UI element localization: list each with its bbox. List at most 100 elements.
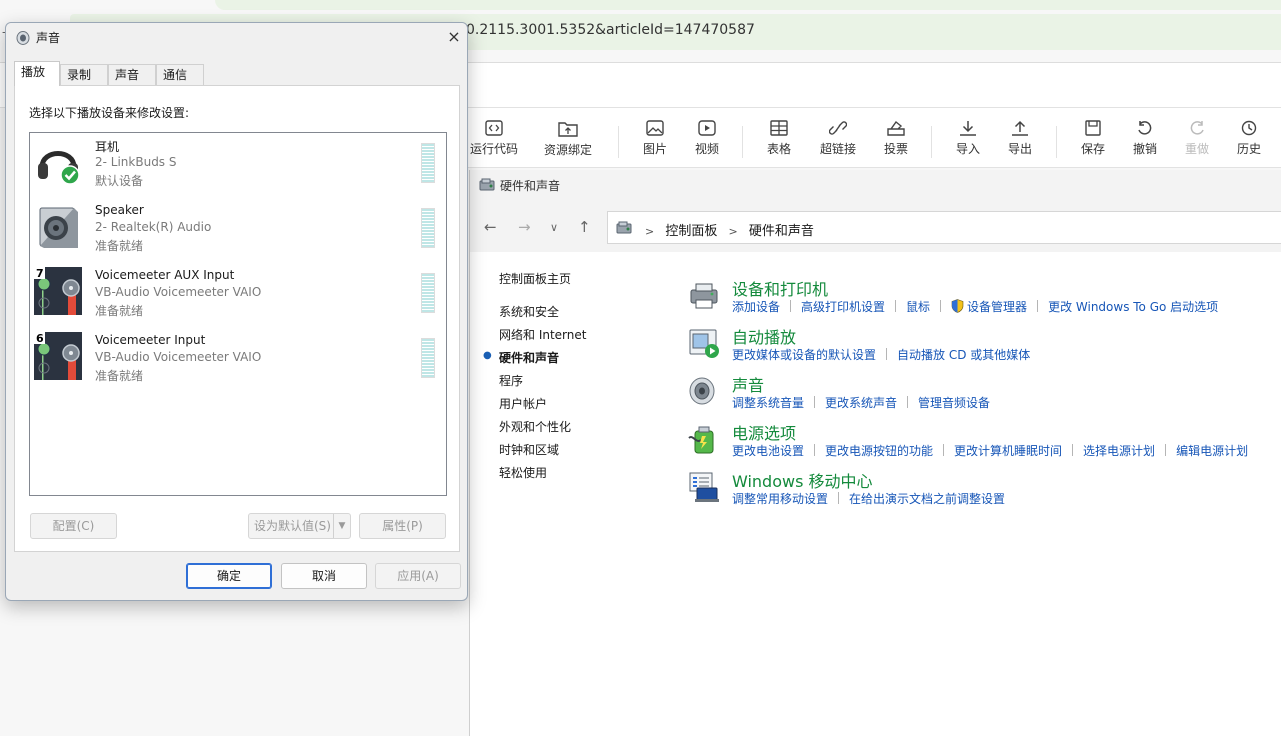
- chevron-right-icon: >: [645, 225, 655, 238]
- category-links: 调整系统音量 更改系统声音 管理音频设备: [732, 394, 990, 411]
- link-divider: [814, 396, 816, 408]
- voicemeeter-input-icon: 6: [34, 332, 82, 380]
- link-change-battery-settings[interactable]: 更改电池设置: [732, 442, 804, 459]
- toolbar-image-button[interactable]: 图片: [627, 120, 683, 157]
- toolbar-export-label: 导出: [1007, 142, 1032, 156]
- device-status: 准备就绪: [95, 304, 144, 318]
- address-url[interactable]: 0.2115.3001.5352&articleId=147470587: [466, 22, 755, 38]
- link-device-manager[interactable]: 设备管理器: [967, 298, 1027, 315]
- toolbar-video-button[interactable]: 视频: [679, 120, 735, 157]
- category-title[interactable]: 自动播放: [732, 324, 796, 348]
- link-manage-audio-devices[interactable]: 管理音频设备: [918, 394, 990, 411]
- category-title[interactable]: Windows 移动中心: [732, 468, 873, 492]
- ok-button[interactable]: 确定: [186, 563, 272, 589]
- toolbar-save-button[interactable]: 保存: [1065, 120, 1121, 157]
- toolbar-table-label: 表格: [766, 142, 791, 156]
- tab-communications[interactable]: 通信: [156, 64, 204, 85]
- tab-sounds[interactable]: 声音: [108, 64, 156, 85]
- recent-locations-button[interactable]: ∨: [550, 221, 558, 234]
- apply-button[interactable]: 应用(A): [375, 563, 461, 589]
- playback-instruction: 选择以下播放设备来修改设置:: [29, 106, 190, 120]
- link-adjust-volume[interactable]: 调整系统音量: [732, 394, 804, 411]
- toolbar-run-code-button[interactable]: 运行代码: [466, 120, 522, 157]
- toolbar-hyperlink-button[interactable]: 超链接: [810, 120, 866, 157]
- link-divider: [895, 300, 897, 312]
- upload-folder-icon: [558, 122, 578, 137]
- nav-programs[interactable]: 程序: [499, 372, 523, 389]
- link-change-media-defaults[interactable]: 更改媒体或设备的默认设置: [732, 346, 876, 363]
- link-divider: [790, 300, 792, 312]
- link-change-system-sounds[interactable]: 更改系统声音: [825, 394, 897, 411]
- nav-system-security[interactable]: 系统和安全: [499, 303, 559, 320]
- device-row-speaker[interactable]: Speaker 2- Realtek(R) Audio 准备就绪: [30, 198, 446, 263]
- category-title[interactable]: 设备和打印机: [732, 276, 828, 300]
- link-sleep-time[interactable]: 更改计算机睡眠时间: [954, 442, 1062, 459]
- up-button[interactable]: ↑: [578, 218, 591, 236]
- forward-button[interactable]: →: [518, 218, 531, 236]
- link-mouse[interactable]: 鼠标: [906, 298, 930, 315]
- nav-hardware-sound[interactable]: 硬件和声音: [499, 349, 559, 366]
- toolbar-import-button[interactable]: 导入: [940, 120, 996, 157]
- device-status: 准备就绪: [95, 239, 144, 253]
- nav-clock-region[interactable]: 时钟和区域: [499, 441, 559, 458]
- breadcrumb-control-panel[interactable]: 控制面板: [665, 224, 717, 239]
- close-button[interactable]: ×: [442, 25, 466, 49]
- nav-appearance[interactable]: 外观和个性化: [499, 418, 571, 435]
- device-row-voicemeeter-input[interactable]: 6 Voicemeeter Input VB-Audio Voicemeeter…: [30, 328, 446, 393]
- tab-recording[interactable]: 录制: [60, 64, 108, 85]
- back-button[interactable]: ←: [484, 218, 497, 236]
- device-row-headphones[interactable]: 耳机 2- LinkBuds S 默认设备: [30, 133, 446, 198]
- toolbar-undo-button[interactable]: 撤销: [1117, 120, 1173, 157]
- control-panel-address-bar[interactable]: > 控制面板 > 硬件和声音: [607, 211, 1281, 244]
- device-description: VB-Audio Voicemeeter VAIO: [95, 350, 262, 364]
- link-autoplay-cd[interactable]: 自动播放 CD 或其他媒体: [897, 346, 1030, 363]
- device-row-voicemeeter-aux[interactable]: 7 Voicemeeter AUX Input VB-Audio Voiceme…: [30, 263, 446, 328]
- voicemeeter-badge: 7: [36, 267, 44, 280]
- playback-device-list[interactable]: 耳机 2- LinkBuds S 默认设备 Speaker 2- Realtek…: [29, 132, 447, 496]
- volume-meter: [421, 208, 435, 248]
- toolbar-history-button[interactable]: 历史: [1221, 120, 1277, 157]
- category-title[interactable]: 电源选项: [732, 420, 796, 444]
- nav-network-internet[interactable]: 网络和 Internet: [499, 326, 586, 343]
- link-icon: [829, 121, 847, 135]
- link-divider: [838, 492, 840, 504]
- link-divider: [1037, 300, 1039, 312]
- category-links: 更改媒体或设备的默认设置 自动播放 CD 或其他媒体: [732, 346, 1030, 363]
- configure-button[interactable]: 配置(C): [30, 513, 117, 539]
- link-presentation-settings[interactable]: 在给出演示文档之前调整设置: [849, 490, 1005, 507]
- export-icon: [1012, 120, 1028, 136]
- link-power-button-function[interactable]: 更改电源按钮的功能: [825, 442, 933, 459]
- nav-control-panel-home[interactable]: 控制面板主页: [499, 270, 571, 287]
- nav-user-accounts[interactable]: 用户帐户: [499, 395, 547, 412]
- dropdown-arrow-icon[interactable]: ▼: [333, 514, 350, 538]
- toolbar-redo-button[interactable]: 重做: [1169, 120, 1225, 157]
- table-icon: [770, 120, 788, 136]
- link-choose-power-plan[interactable]: 选择电源计划: [1083, 442, 1155, 459]
- link-divider: [943, 444, 945, 456]
- tab-playback[interactable]: 播放: [14, 61, 60, 86]
- link-add-device[interactable]: 添加设备: [732, 298, 780, 315]
- volume-meter: [421, 273, 435, 313]
- category-title[interactable]: 声音: [732, 372, 764, 396]
- link-advanced-printer-settings[interactable]: 高级打印机设置: [801, 298, 885, 315]
- link-edit-power-plan[interactable]: 编辑电源计划: [1176, 442, 1248, 459]
- vote-icon: [887, 120, 905, 136]
- toolbar-divider: [618, 126, 619, 158]
- set-default-button[interactable]: 设为默认值(S) ▼: [248, 513, 351, 539]
- properties-button[interactable]: 属性(P): [359, 513, 446, 539]
- toolbar-redo-label: 重做: [1184, 142, 1209, 156]
- link-windows-to-go[interactable]: 更改 Windows To Go 启动选项: [1048, 298, 1218, 315]
- cancel-button[interactable]: 取消: [281, 563, 367, 589]
- toolbar-resource-bind-button[interactable]: 资源绑定: [540, 120, 596, 158]
- device-name: 耳机: [95, 140, 120, 154]
- toolbar-divider: [742, 126, 743, 158]
- toolbar-table-button[interactable]: 表格: [751, 120, 807, 157]
- video-icon: [698, 120, 716, 136]
- breadcrumb-hardware-sound[interactable]: 硬件和声音: [749, 224, 814, 239]
- toolbar-vote-button[interactable]: 投票: [868, 120, 924, 157]
- link-mobility-settings[interactable]: 调整常用移动设置: [732, 490, 828, 507]
- nav-ease-of-access[interactable]: 轻松使用: [499, 464, 547, 481]
- sound-dialog-title: 声音: [36, 31, 61, 45]
- toolbar-export-button[interactable]: 导出: [992, 120, 1048, 157]
- power-icon: [688, 426, 714, 454]
